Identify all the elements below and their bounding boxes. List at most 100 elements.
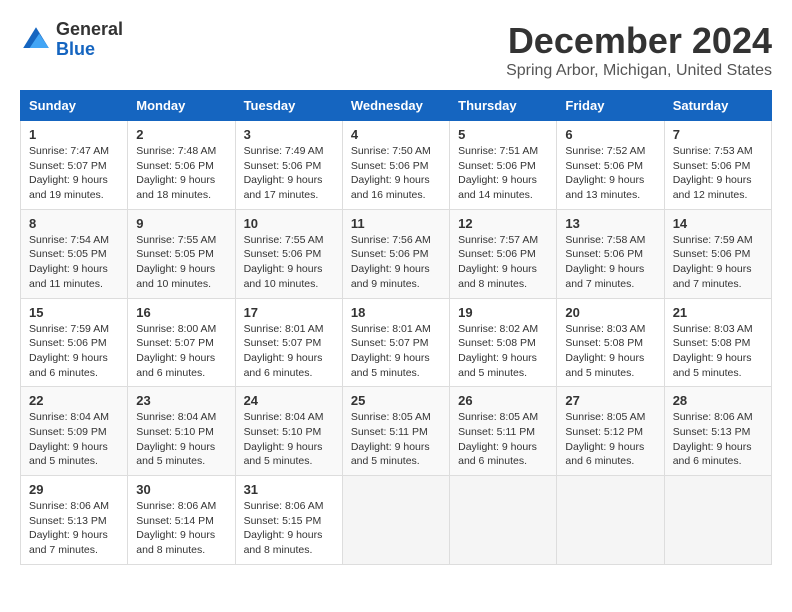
day-detail: Sunrise: 8:04 AMSunset: 5:10 PMDaylight:… [136, 410, 226, 469]
calendar-cell: 17 Sunrise: 8:01 AMSunset: 5:07 PMDayligh… [235, 298, 342, 387]
calendar-cell [557, 476, 664, 565]
calendar-cell: 25 Sunrise: 8:05 AMSunset: 5:11 PMDayligh… [342, 387, 449, 476]
calendar-cell: 11Sunrise: 7:56 AMSunset: 5:06 PMDayligh… [342, 209, 449, 298]
day-header-sunday: Sunday [21, 91, 128, 121]
day-detail: Sunrise: 8:05 AMSunset: 5:11 PMDaylight:… [351, 410, 441, 469]
calendar-cell [450, 476, 557, 565]
calendar-week-2: 8Sunrise: 7:54 AMSunset: 5:05 PMDaylight… [21, 209, 772, 298]
calendar-cell: 1Sunrise: 7:47 AMSunset: 5:07 PMDaylight… [21, 121, 128, 210]
calendar-body: 1Sunrise: 7:47 AMSunset: 5:07 PMDaylight… [21, 121, 772, 565]
day-detail: Sunrise: 7:52 AMSunset: 5:06 PMDaylight:… [565, 144, 655, 203]
calendar-cell: 29Sunrise: 8:06 AMSunset: 5:13 PMDayligh… [21, 476, 128, 565]
day-detail: Sunrise: 8:03 AMSunset: 5:08 PMDaylight:… [565, 322, 655, 381]
day-detail: Sunrise: 7:47 AMSunset: 5:07 PMDaylight:… [29, 144, 119, 203]
day-detail: Sunrise: 7:57 AMSunset: 5:06 PMDaylight:… [458, 233, 548, 292]
day-number: 18 [351, 305, 441, 320]
day-detail: Sunrise: 7:55 AMSunset: 5:05 PMDaylight:… [136, 233, 226, 292]
calendar-cell: 20 Sunrise: 8:03 AMSunset: 5:08 PMDayligh… [557, 298, 664, 387]
day-number: 27 [565, 393, 655, 408]
calendar-table: SundayMondayTuesdayWednesdayThursdayFrid… [20, 90, 772, 565]
calendar-week-1: 1Sunrise: 7:47 AMSunset: 5:07 PMDaylight… [21, 121, 772, 210]
day-number: 6 [565, 127, 655, 142]
day-number: 31 [244, 482, 334, 497]
calendar-cell: 7Sunrise: 7:53 AMSunset: 5:06 PMDaylight… [664, 121, 771, 210]
calendar-week-4: 22Sunrise: 8:04 AMSunset: 5:09 PMDayligh… [21, 387, 772, 476]
calendar-cell: 15 Sunrise: 7:59 AMSunset: 5:06 PMDayligh… [21, 298, 128, 387]
day-detail: Sunrise: 8:03 AMSunset: 5:08 PMDaylight:… [673, 322, 763, 381]
day-number: 25 [351, 393, 441, 408]
calendar-cell: 3 Sunrise: 7:49 AMSunset: 5:06 PMDaylight… [235, 121, 342, 210]
logo: General Blue [20, 20, 123, 60]
day-number: 19 [458, 305, 548, 320]
day-detail: Sunrise: 7:55 AMSunset: 5:06 PMDaylight:… [244, 233, 334, 292]
day-number: 23 [136, 393, 226, 408]
day-number: 24 [244, 393, 334, 408]
calendar-cell: 21Sunrise: 8:03 AMSunset: 5:08 PMDayligh… [664, 298, 771, 387]
day-detail: Sunrise: 8:02 AMSunset: 5:08 PMDaylight:… [458, 322, 548, 381]
day-number: 16 [136, 305, 226, 320]
calendar-cell: 16 Sunrise: 8:00 AMSunset: 5:07 PMDayligh… [128, 298, 235, 387]
calendar-cell: 27Sunrise: 8:05 AMSunset: 5:12 PMDayligh… [557, 387, 664, 476]
day-detail: Sunrise: 7:48 AMSunset: 5:06 PMDaylight:… [136, 144, 226, 203]
calendar-subtitle: Spring Arbor, Michigan, United States [506, 62, 772, 80]
calendar-cell: 10 Sunrise: 7:55 AMSunset: 5:06 PMDayligh… [235, 209, 342, 298]
day-detail: Sunrise: 7:51 AMSunset: 5:06 PMDaylight:… [458, 144, 548, 203]
calendar-cell: 26 Sunrise: 8:05 AMSunset: 5:11 PMDayligh… [450, 387, 557, 476]
day-number: 14 [673, 216, 763, 231]
calendar-cell: 30Sunrise: 8:06 AMSunset: 5:14 PMDayligh… [128, 476, 235, 565]
day-number: 13 [565, 216, 655, 231]
page-header: General Blue December 2024 Spring Arbor,… [20, 20, 772, 80]
calendar-cell: 12 Sunrise: 7:57 AMSunset: 5:06 PMDayligh… [450, 209, 557, 298]
calendar-cell [342, 476, 449, 565]
day-number: 20 [565, 305, 655, 320]
day-number: 28 [673, 393, 763, 408]
day-number: 9 [136, 216, 226, 231]
calendar-cell: 9 Sunrise: 7:55 AMSunset: 5:05 PMDaylight… [128, 209, 235, 298]
day-detail: Sunrise: 8:04 AMSunset: 5:10 PMDaylight:… [244, 410, 334, 469]
day-number: 2 [136, 127, 226, 142]
day-number: 17 [244, 305, 334, 320]
calendar-week-3: 15 Sunrise: 7:59 AMSunset: 5:06 PMDayligh… [21, 298, 772, 387]
calendar-cell: 5Sunrise: 7:51 AMSunset: 5:06 PMDaylight… [450, 121, 557, 210]
day-header-friday: Friday [557, 91, 664, 121]
calendar-cell: 14 Sunrise: 7:59 AMSunset: 5:06 PMDayligh… [664, 209, 771, 298]
day-detail: Sunrise: 8:01 AMSunset: 5:07 PMDaylight:… [351, 322, 441, 381]
day-detail: Sunrise: 8:00 AMSunset: 5:07 PMDaylight:… [136, 322, 226, 381]
day-detail: Sunrise: 7:59 AMSunset: 5:06 PMDaylight:… [673, 233, 763, 292]
day-number: 22 [29, 393, 119, 408]
day-header-tuesday: Tuesday [235, 91, 342, 121]
calendar-title: December 2024 [506, 20, 772, 62]
calendar-cell: 18 Sunrise: 8:01 AMSunset: 5:07 PMDayligh… [342, 298, 449, 387]
day-detail: Sunrise: 7:50 AMSunset: 5:06 PMDaylight:… [351, 144, 441, 203]
day-number: 3 [244, 127, 334, 142]
day-number: 4 [351, 127, 441, 142]
day-detail: Sunrise: 7:58 AMSunset: 5:06 PMDaylight:… [565, 233, 655, 292]
day-detail: Sunrise: 7:54 AMSunset: 5:05 PMDaylight:… [29, 233, 119, 292]
calendar-cell: 31Sunrise: 8:06 AMSunset: 5:15 PMDayligh… [235, 476, 342, 565]
calendar-week-5: 29Sunrise: 8:06 AMSunset: 5:13 PMDayligh… [21, 476, 772, 565]
day-detail: Sunrise: 7:49 AMSunset: 5:06 PMDaylight:… [244, 144, 334, 203]
day-number: 11 [351, 216, 441, 231]
day-detail: Sunrise: 8:06 AMSunset: 5:13 PMDaylight:… [29, 499, 119, 558]
day-detail: Sunrise: 7:53 AMSunset: 5:06 PMDaylight:… [673, 144, 763, 203]
logo-icon [20, 24, 52, 56]
calendar-cell: 19 Sunrise: 8:02 AMSunset: 5:08 PMDayligh… [450, 298, 557, 387]
day-detail: Sunrise: 8:01 AMSunset: 5:07 PMDaylight:… [244, 322, 334, 381]
calendar-header-row: SundayMondayTuesdayWednesdayThursdayFrid… [21, 91, 772, 121]
calendar-cell [664, 476, 771, 565]
calendar-cell: 22Sunrise: 8:04 AMSunset: 5:09 PMDayligh… [21, 387, 128, 476]
day-number: 30 [136, 482, 226, 497]
day-number: 15 [29, 305, 119, 320]
day-header-wednesday: Wednesday [342, 91, 449, 121]
day-number: 10 [244, 216, 334, 231]
logo-text: General Blue [56, 20, 123, 60]
day-header-thursday: Thursday [450, 91, 557, 121]
day-number: 26 [458, 393, 548, 408]
day-detail: Sunrise: 8:06 AMSunset: 5:13 PMDaylight:… [673, 410, 763, 469]
calendar-cell: 4 Sunrise: 7:50 AMSunset: 5:06 PMDaylight… [342, 121, 449, 210]
day-header-monday: Monday [128, 91, 235, 121]
day-detail: Sunrise: 8:05 AMSunset: 5:11 PMDaylight:… [458, 410, 548, 469]
calendar-cell: 13 Sunrise: 7:58 AMSunset: 5:06 PMDayligh… [557, 209, 664, 298]
day-detail: Sunrise: 7:59 AMSunset: 5:06 PMDaylight:… [29, 322, 119, 381]
day-number: 12 [458, 216, 548, 231]
